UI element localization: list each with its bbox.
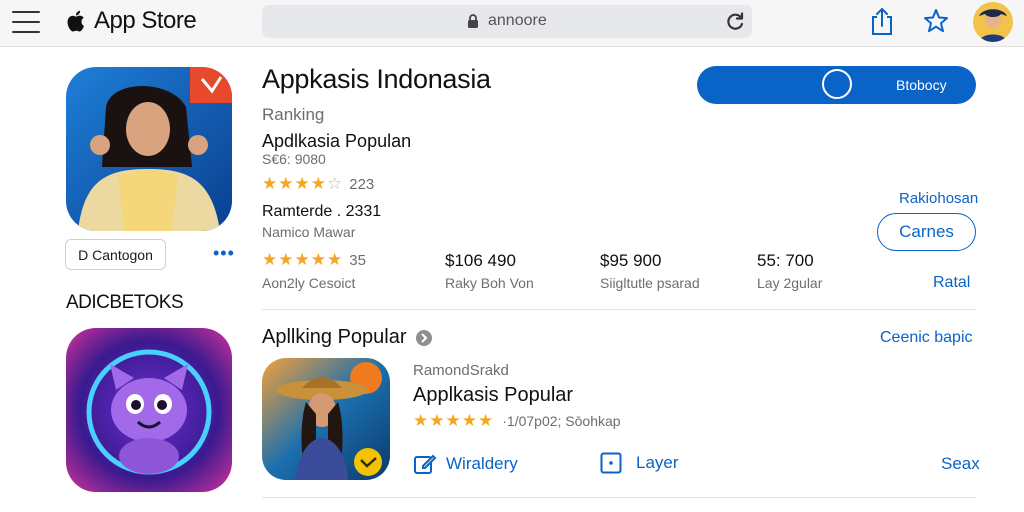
list-item-meta: ·1/07p02; Sōohkap [502,413,621,429]
divider [262,497,976,498]
star-icon: ★ [294,174,311,193]
stat-label: Siigltutle psarad [600,275,700,291]
side-link-ratal[interactable]: Ratal [933,274,970,292]
share-icon[interactable] [868,6,896,36]
list-item-stars: ★★★★★ [413,411,494,431]
side-link[interactable]: Rakiohosan [899,190,978,207]
url-bar[interactable]: annoore [262,5,752,38]
chevron-right-icon[interactable] [415,329,433,347]
stat-value: $95 900 [600,251,662,270]
edit-icon [414,454,437,474]
stat-label: Aon2ly Cesoict [262,275,356,291]
rating-count: 223 [349,175,375,193]
list-item-app-icon[interactable] [262,358,390,480]
stat-label: Lay 2gular [757,275,823,291]
star-icon: ★ [327,250,344,269]
rating-stars: ★★★★☆ [262,174,343,194]
menu-icon[interactable] [12,11,40,33]
category-button[interactable]: D Cantogon [65,239,166,270]
lock-icon [468,14,478,28]
list-item-action-1[interactable]: Wiraldery [413,452,518,476]
star-icon: ★ [310,174,327,193]
get-button[interactable]: Btobocy [818,66,976,104]
brand-label: App Store [94,7,197,34]
star-icon: ★ [478,411,495,430]
list-item-developer: RamondSrakd [413,362,509,379]
divider [262,309,976,310]
list-section-title: Apllking Popular [262,326,407,348]
developer-subtitle: Namico Mawar [262,224,356,240]
avatar[interactable] [973,2,1013,42]
stat-label: Raky Boh Von [445,275,534,291]
apple-logo-icon [67,10,84,32]
list-item-title[interactable]: Applkasis Popular [413,384,573,407]
star-icon: ★ [429,411,446,430]
developer-name: Ramterde . 2331 [262,203,382,220]
outline-button[interactable]: Carnes [877,213,976,251]
app-subtitle: Apdlkasia Populan [262,131,412,151]
star-icon: ★ [262,250,279,269]
ranking-label: Ranking [262,105,325,124]
app-meta: S€6: 9080 [262,151,326,167]
action-2-label: Layer [636,453,679,472]
stat-rating: ★★★★★ 35 [262,250,366,270]
action-1-label: Wiraldery [446,454,518,473]
star-icon: ★ [445,411,462,430]
featured-app-icon[interactable] [66,67,232,231]
stat-value: 55: 700 [757,251,814,270]
rating-row: ★★★★☆ 223 [262,174,374,194]
see-all-link[interactable]: Ceenic bapic [880,329,973,347]
app-icon-cat[interactable] [66,328,232,492]
list-item-rating-row: ★★★★★ ·1/07p02; Sōohkap [413,411,621,431]
app-title: Appkasis Indonasia [262,64,491,94]
left-section-title: ADICBETOKS [66,292,184,313]
star-icon: ★ [278,174,295,193]
star-icon: ★ [262,174,279,193]
category-prefix: D [78,247,89,263]
favorite-star-icon[interactable] [922,7,950,35]
list-item-action-2[interactable]: Layer [600,452,679,474]
star-icon: ★ [461,411,478,430]
app-store-brand[interactable]: App Store [66,7,197,35]
star-icon: ★ [294,250,311,269]
url-text: annoore [488,12,547,29]
star-icon: ★ [413,411,430,430]
star-icon: ★ [278,250,295,269]
get-button-label: Btobocy [896,77,947,93]
list-section-header: Apllking Popular [262,326,433,349]
layer-icon [600,452,622,474]
app-clip-icon [822,69,852,99]
primary-action-button[interactable] [697,66,824,104]
category-label: Cantogon [92,247,153,263]
stat-value: $106 490 [445,251,516,270]
list-item-price[interactable]: Seax [941,454,980,474]
stat-rating-stars: ★★★★★ [262,250,343,270]
star-icon: ★ [310,250,327,269]
more-icon[interactable]: ••• [213,243,235,264]
star-icon: ☆ [327,174,344,193]
stat-rating-count: 35 [349,251,366,269]
reload-icon[interactable] [724,11,746,33]
